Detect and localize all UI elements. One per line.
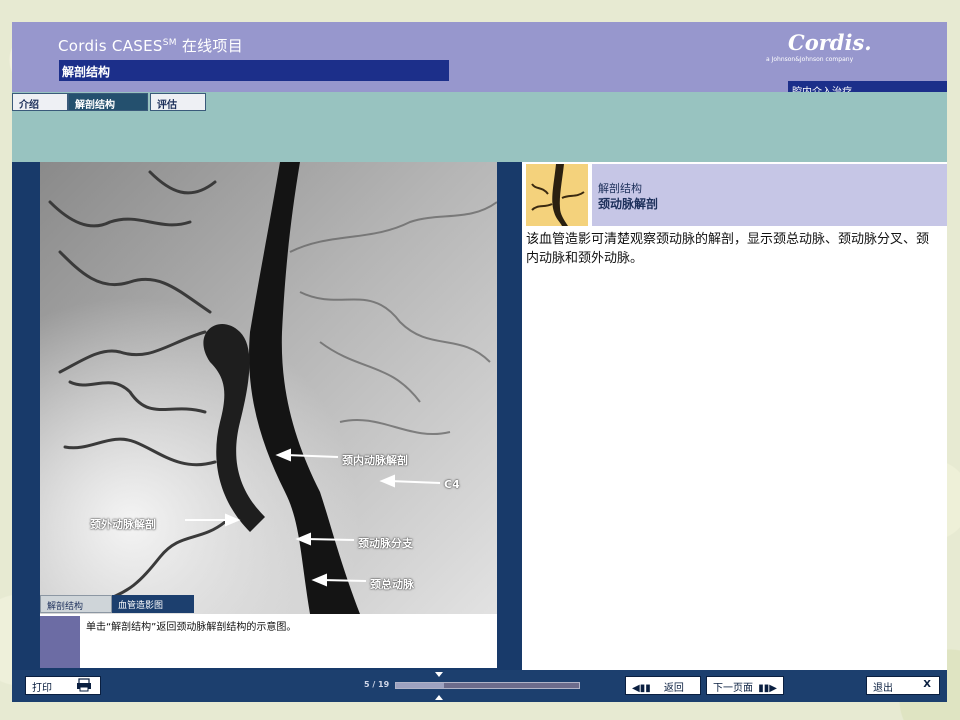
app-title: Cordis CASESSM 在线项目 [58, 35, 243, 56]
back-arrow-icon: ◀▮▮ [632, 683, 651, 694]
thumbnail-drawing [526, 164, 588, 226]
exit-button[interactable]: 退出 X [866, 676, 940, 695]
nav-strip: 介绍 解剖结构 评估 [12, 92, 947, 162]
progress-up-down-icon [435, 672, 443, 700]
next-label: 下一页面 [713, 683, 753, 694]
tab-evaluation[interactable]: 评估 [150, 93, 206, 111]
subtab-angiogram[interactable]: 血管造影图 [112, 595, 194, 613]
print-label: 打印 [32, 683, 52, 694]
app-title-text: Cordis CASES [58, 37, 163, 55]
info-category: 解剖结构 [598, 182, 642, 195]
caption-text: 单击“解剖结构”返回颈动脉解剖结构的示意图。 [86, 622, 297, 633]
subtab-anatomy[interactable]: 解剖结构 [40, 595, 112, 613]
info-header: 解剖结构 颈动脉解剖 [592, 164, 947, 226]
next-button[interactable]: 下一页面 ▮▮▶ [706, 676, 784, 695]
caption-box: 单击“解剖结构”返回颈动脉解剖结构的示意图。 [40, 614, 497, 668]
info-title: 颈动脉解剖 [598, 197, 659, 211]
back-button[interactable]: ◀▮▮ 返回 [625, 676, 701, 695]
brand-subtitle: a Johnson&Johnson company [766, 56, 854, 63]
section-title: 解剖结构 [59, 60, 449, 81]
brand-logo: Cordis. [788, 30, 872, 55]
info-body: 该血管造影可清楚观察颈动脉的解剖，显示颈总动脉、颈动脉分叉、颈内动脉和颈外动脉。 [526, 232, 930, 266]
tab-anatomy[interactable]: 解剖结构 [68, 93, 148, 111]
page-indicator: 5 / 19 [364, 680, 390, 689]
angiogram-image: 颈内动脉解剖 C4 颈外动脉解剖 颈动脉分支 颈总动脉 [40, 162, 497, 614]
thumbnail-image [526, 164, 588, 226]
footer-bar: 打印 5 / 19 ◀▮▮ 返回 下一页面 ▮▮▶ 退出 X [12, 670, 947, 702]
tab-intro[interactable]: 介绍 [12, 93, 68, 111]
printer-icon [76, 678, 92, 695]
info-panel: 解剖结构 颈动脉解剖 该血管造影可清楚观察颈动脉的解剖，显示颈总动脉、颈动脉分叉… [522, 162, 947, 670]
app-title-suffix: 在线项目 [176, 37, 244, 55]
back-label: 返回 [663, 683, 684, 694]
print-button[interactable]: 打印 [25, 676, 101, 695]
caption-swatch [40, 616, 80, 668]
exit-label: 退出 [873, 683, 893, 694]
close-icon: X [923, 679, 931, 690]
page-progress-bar[interactable] [395, 682, 580, 689]
app-title-sup: SM [162, 38, 177, 48]
annotation-arrows [185, 448, 441, 587]
next-arrow-icon: ▮▮▶ [758, 683, 777, 694]
